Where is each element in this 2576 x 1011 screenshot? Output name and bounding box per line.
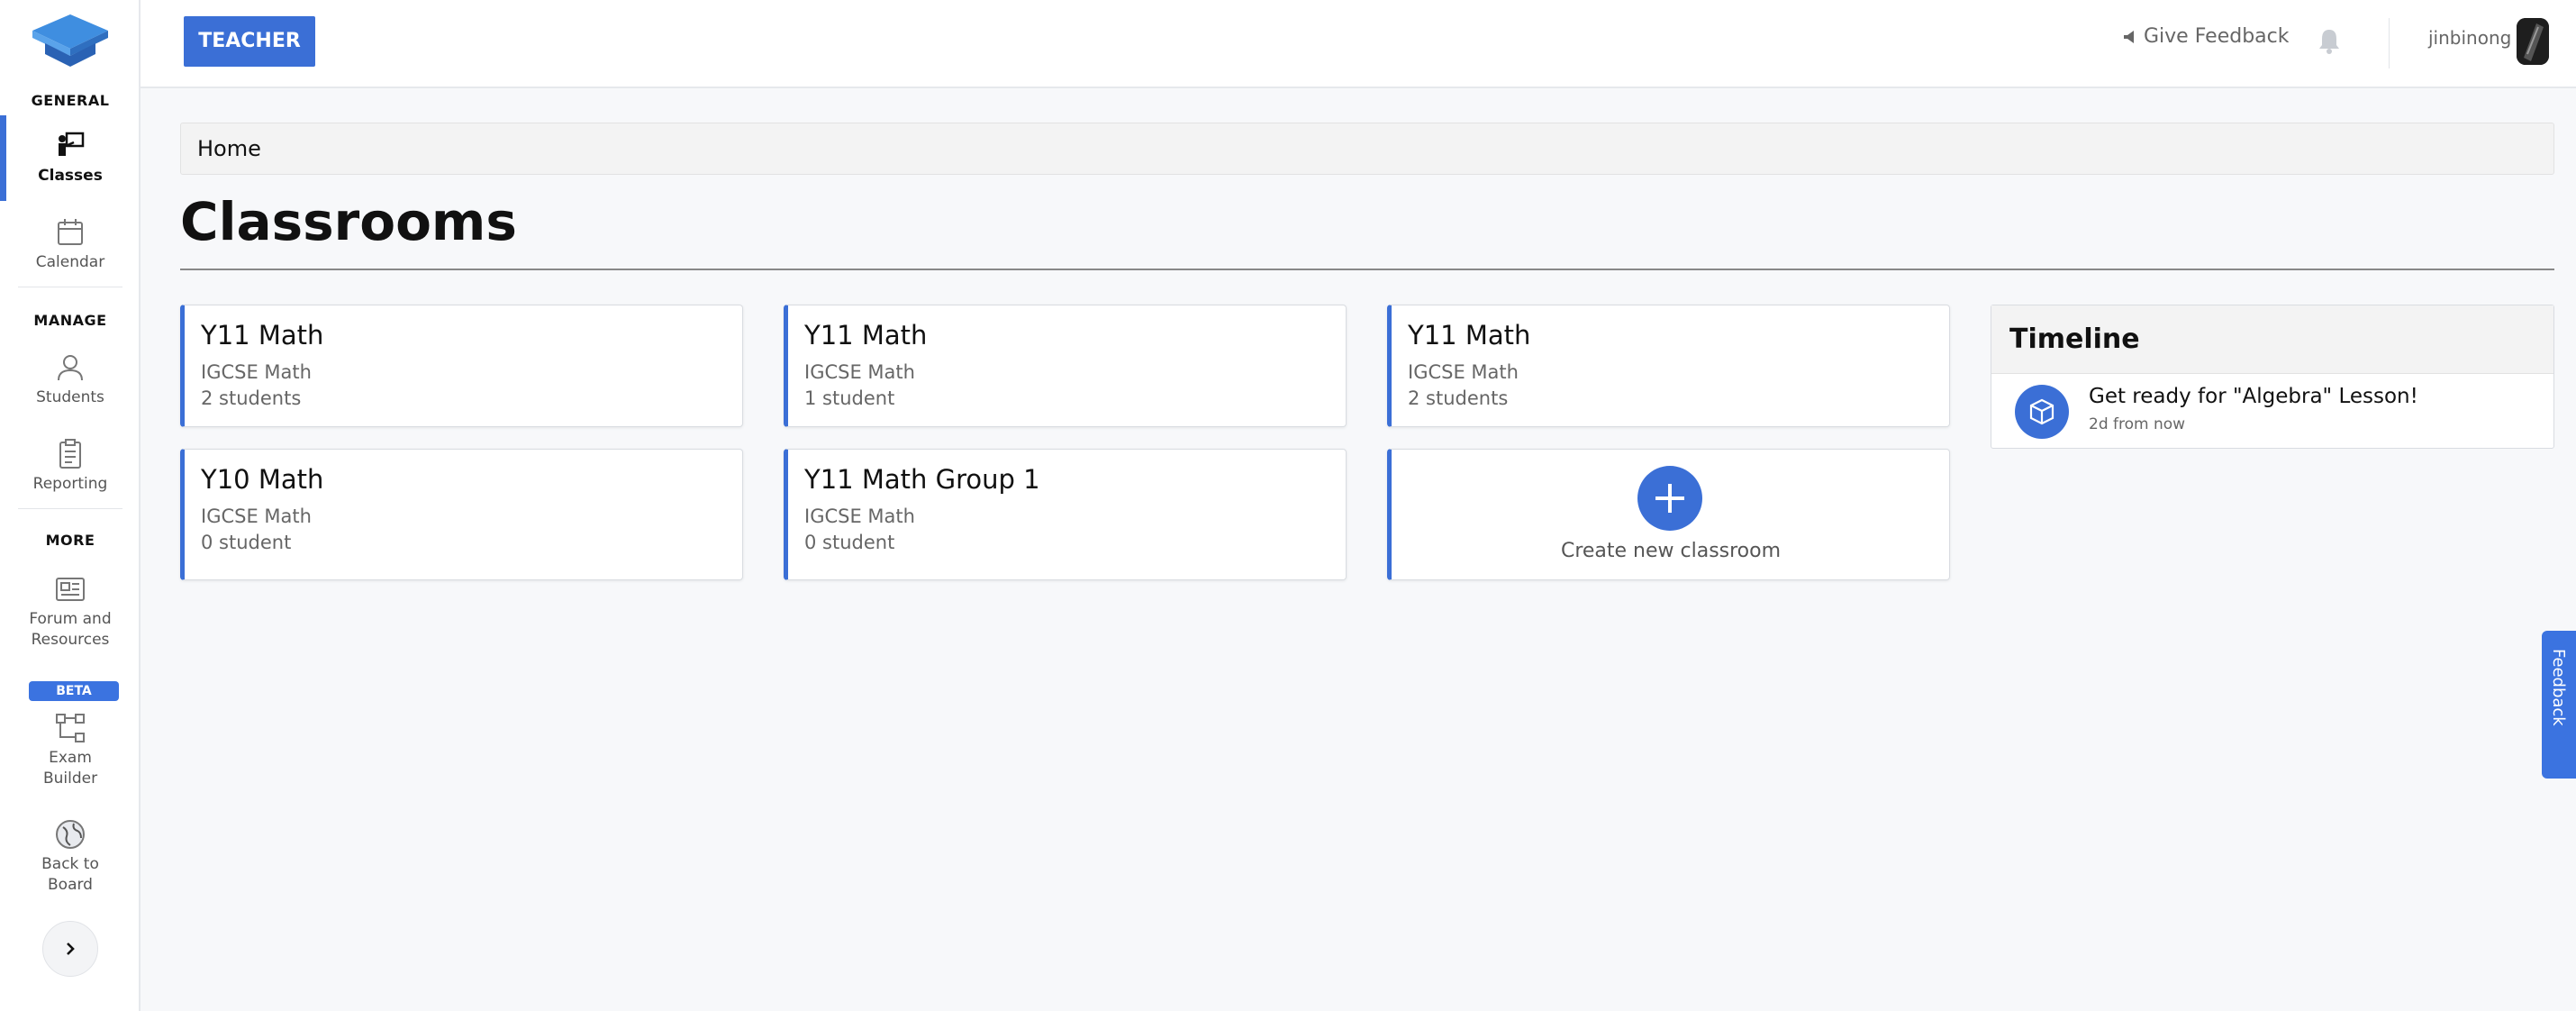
chevron-right-icon [67, 943, 75, 955]
logo-icon[interactable] [31, 13, 110, 70]
classroom-title: Y11 Math [201, 320, 324, 351]
divider [2389, 18, 2390, 68]
cube-icon [2015, 385, 2069, 439]
cube-glyph [2029, 398, 2054, 425]
classroom-title: Y11 Math [1408, 320, 1531, 351]
timeline-header: Timeline [1991, 305, 2553, 374]
sidebar-item-label: Reporting [32, 475, 108, 493]
title-divider [180, 269, 2554, 270]
create-classroom-card[interactable]: Create new classroom [1387, 449, 1950, 580]
avatar[interactable] [2517, 18, 2549, 65]
classroom-subject: IGCSE Math [1408, 361, 1519, 383]
sidebar-item-exam-builder[interactable]: Exam Builder [0, 712, 141, 789]
classroom-student-count: 1 student [804, 387, 895, 409]
page-title: Classrooms [180, 191, 517, 252]
timeline-panel: Timeline Get ready for "Algebra" Lesson!… [1991, 305, 2554, 449]
create-classroom-label: Create new classroom [1560, 540, 1782, 562]
plus-glyph [1655, 484, 1684, 513]
megaphone-icon [2124, 30, 2134, 43]
calendar-icon [58, 219, 83, 245]
avatar-image [2517, 18, 2549, 65]
classroom-subject: IGCSE Math [201, 361, 312, 383]
classroom-card[interactable]: Y11 Math Group 1 IGCSE Math 0 student [784, 449, 1347, 580]
timeline-event-title[interactable]: Get ready for "Algebra" Lesson! [2089, 385, 2418, 408]
divider [18, 508, 122, 509]
username[interactable]: jinbinong [2428, 27, 2511, 49]
clipboard-icon [59, 439, 81, 469]
timeline-title: Timeline [2009, 323, 2140, 355]
classroom-card[interactable]: Y11 Math IGCSE Math 1 student [784, 305, 1347, 427]
breadcrumb: Home [180, 123, 2554, 175]
sidebar-item-label: Classes [38, 167, 103, 185]
sidebar-item-calendar[interactable]: Calendar [0, 216, 141, 273]
classroom-subject: IGCSE Math [804, 506, 915, 527]
sidebar-item-label: Back to [41, 855, 99, 873]
section-general: GENERAL [31, 92, 110, 109]
plus-icon[interactable] [1637, 466, 1702, 531]
flowchart-icon [56, 714, 85, 742]
sidebar: GENERAL Classes Calendar MANAGE Students [0, 0, 141, 1011]
give-feedback-link[interactable]: Give Feedback [2122, 25, 2289, 48]
classroom-title: Y11 Math Group 1 [804, 464, 1040, 495]
classroom-card[interactable]: Y11 Math IGCSE Math 2 students [1387, 305, 1950, 427]
sidebar-item-label: Calendar [35, 253, 105, 271]
sidebar-item-label: Students [36, 388, 104, 406]
sidebar-item-label: Builder [42, 770, 98, 788]
beta-badge: BETA [29, 681, 119, 701]
bell-icon[interactable] [2317, 27, 2342, 54]
sidebar-item-label: Exam [49, 749, 92, 767]
classroom-subject: IGCSE Math [201, 506, 312, 527]
breadcrumb-home[interactable]: Home [197, 136, 261, 161]
sidebar-item-label: Resources [31, 631, 110, 649]
sidebar-item-back-to-board[interactable]: Back to Board [0, 818, 141, 896]
feedback-tab[interactable]: Feedback [2542, 631, 2576, 779]
classroom-student-count: 2 students [201, 387, 302, 409]
sidebar-item-label: Forum and [29, 610, 112, 628]
person-icon [58, 355, 83, 381]
expand-sidebar-button[interactable] [42, 921, 98, 977]
newspaper-icon [56, 578, 85, 601]
sidebar-item-students[interactable]: Students [0, 351, 141, 408]
timeline-event-time: 2d from now [2089, 415, 2186, 433]
classroom-student-count: 0 student [201, 532, 292, 553]
section-manage: MANAGE [33, 312, 107, 329]
top-bar: TEACHER Give Feedback jinbinong [141, 0, 2576, 88]
sidebar-item-forum[interactable]: Forum and Resources [0, 573, 141, 651]
teacher-board-icon [59, 132, 85, 156]
classroom-title: Y10 Math [201, 464, 324, 495]
classroom-student-count: 0 student [804, 532, 895, 553]
teacher-role-button[interactable]: TEACHER [184, 16, 315, 67]
feedback-tab-label: Feedback [2549, 649, 2568, 726]
globe-icon [56, 820, 85, 849]
classroom-card[interactable]: Y10 Math IGCSE Math 0 student [180, 449, 743, 580]
sidebar-item-reporting[interactable]: Reporting [0, 438, 141, 495]
section-more: MORE [45, 532, 95, 549]
classroom-subject: IGCSE Math [804, 361, 915, 383]
give-feedback-label: Give Feedback [2144, 25, 2290, 48]
classroom-student-count: 2 students [1408, 387, 1509, 409]
classroom-title: Y11 Math [804, 320, 928, 351]
classroom-card[interactable]: Y11 Math IGCSE Math 2 students [180, 305, 743, 427]
sidebar-item-classes[interactable]: Classes [0, 130, 141, 187]
sidebar-item-label: Board [48, 876, 93, 894]
